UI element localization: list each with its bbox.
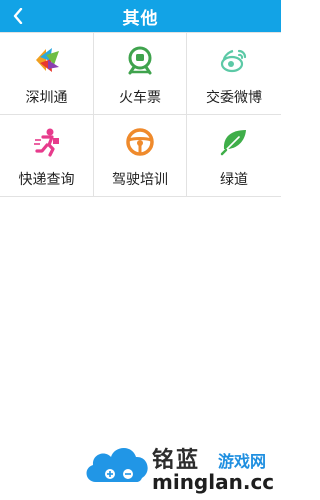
grid-item-driving-training[interactable]: 驾驶培训 bbox=[94, 115, 187, 197]
page-title: 其他 bbox=[122, 8, 159, 29]
title-bar: 其他 bbox=[0, 0, 281, 32]
grid-item-greenway[interactable]: 绿道 bbox=[187, 115, 281, 197]
grid-item-shenzhentong[interactable]: 深圳通 bbox=[0, 33, 94, 115]
watermark-tag: 游戏网 bbox=[218, 452, 267, 471]
shenzhentong-icon bbox=[32, 45, 62, 75]
grid-item-weibo[interactable]: 交委微博 bbox=[187, 33, 281, 115]
grid-item-label: 交委微博 bbox=[206, 90, 262, 106]
leaf-icon bbox=[219, 127, 249, 157]
steering-wheel-icon bbox=[125, 127, 155, 157]
cloud-logo-icon bbox=[86, 447, 148, 482]
grid-item-courier[interactable]: 快递查询 bbox=[0, 115, 94, 197]
train-icon bbox=[125, 45, 155, 75]
service-grid: 深圳通 火车票 交委微博 快递查询 驾驶培训 绿道 bbox=[0, 32, 281, 197]
grid-item-label: 深圳通 bbox=[25, 90, 68, 106]
watermark: 铭蓝 游戏网 minglan.cc bbox=[80, 420, 280, 498]
back-button[interactable] bbox=[6, 0, 30, 32]
grid-item-label: 火车票 bbox=[119, 90, 161, 106]
chevron-left-icon bbox=[13, 8, 23, 24]
courier-runner-icon bbox=[32, 127, 62, 157]
weibo-icon bbox=[219, 45, 249, 75]
grid-item-label: 驾驶培训 bbox=[112, 172, 168, 188]
grid-item-train-ticket[interactable]: 火车票 bbox=[94, 33, 187, 115]
watermark-url: minglan.cc bbox=[152, 470, 275, 494]
grid-item-label: 快递查询 bbox=[18, 172, 75, 188]
grid-item-label: 绿道 bbox=[220, 172, 248, 188]
